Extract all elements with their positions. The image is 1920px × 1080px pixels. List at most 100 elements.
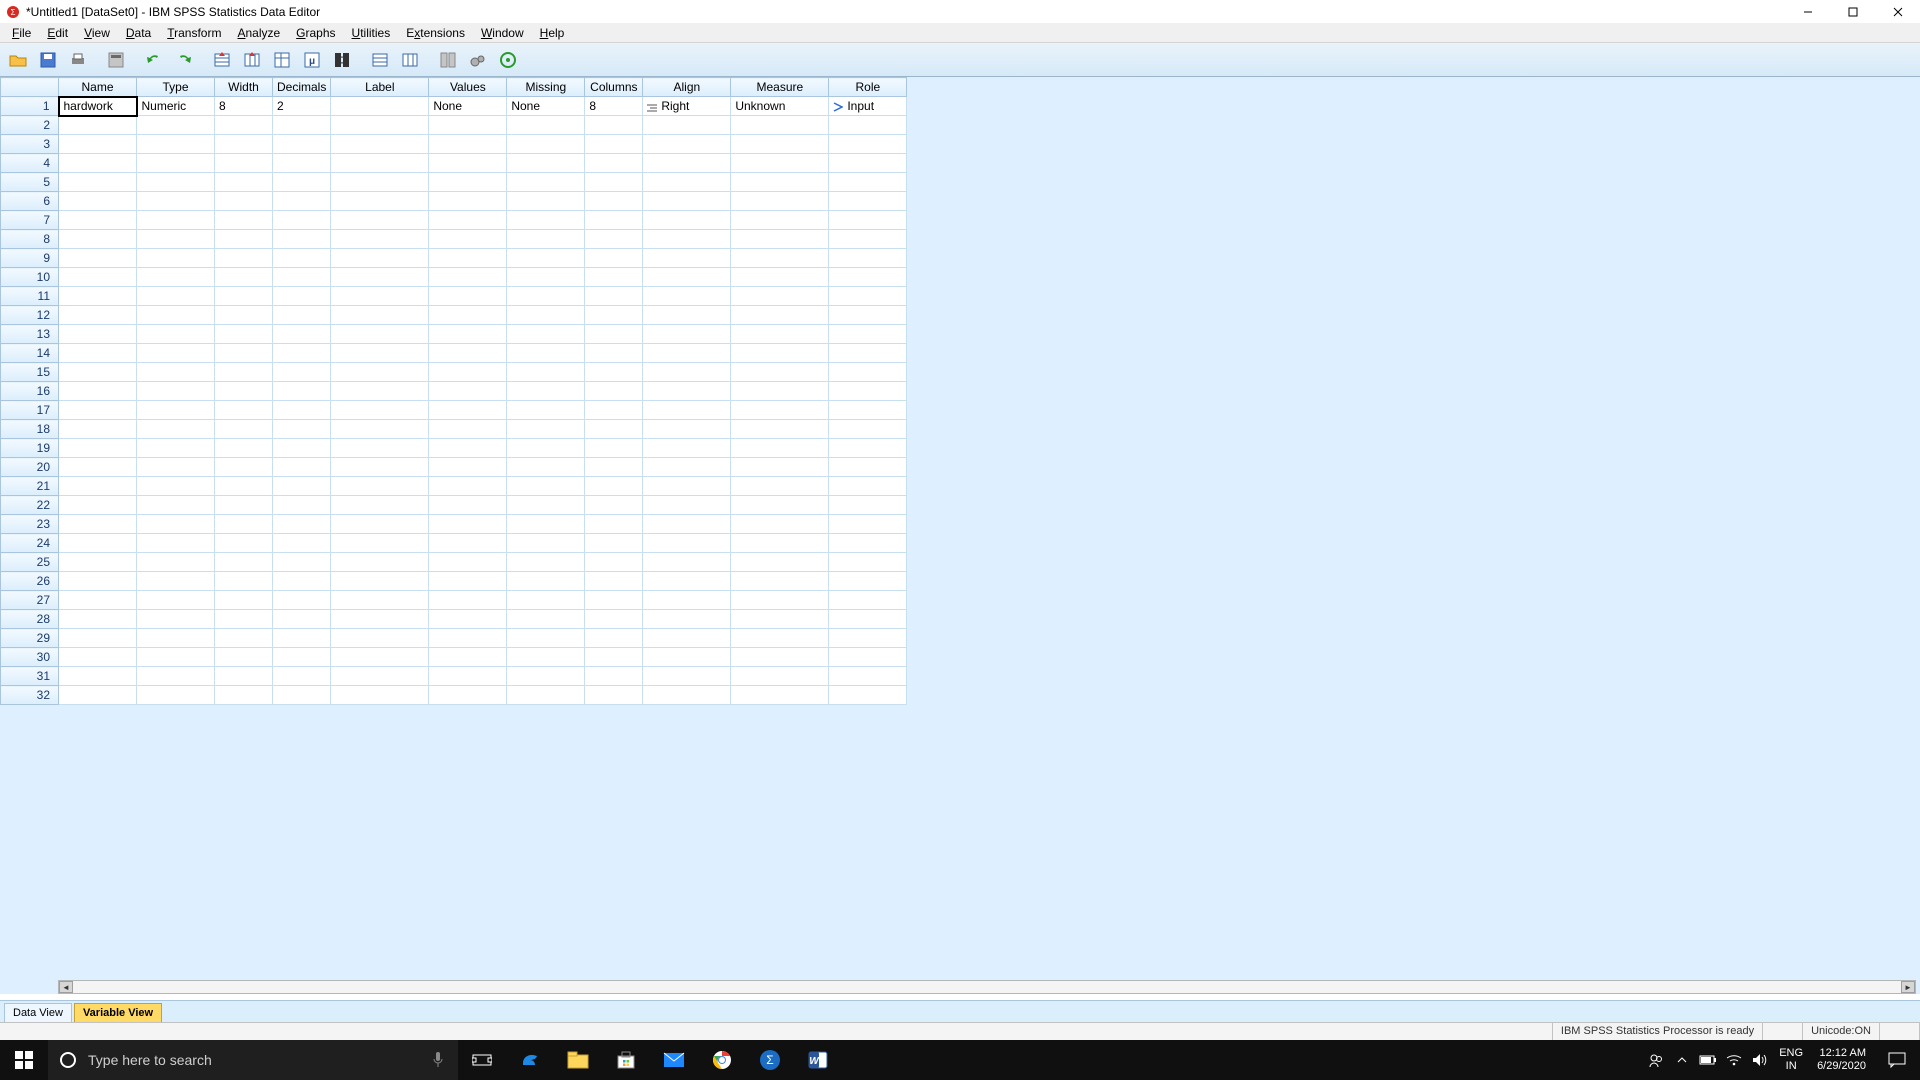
row-header[interactable]: 5 [1,173,59,192]
cell-columns[interactable] [585,325,643,344]
cell-type[interactable] [137,629,215,648]
cell-role[interactable] [829,211,907,230]
undo-button[interactable] [140,46,168,74]
cell-name[interactable] [59,477,137,496]
cell-measure[interactable] [731,382,829,401]
cell-decimals[interactable] [273,648,331,667]
cell-width[interactable] [215,515,273,534]
cell-columns[interactable] [585,515,643,534]
cell-measure[interactable] [731,154,829,173]
cell-columns[interactable] [585,572,643,591]
cell-name[interactable] [59,439,137,458]
cell-name[interactable] [59,401,137,420]
col-header-width[interactable]: Width [215,78,273,97]
cell-decimals[interactable] [273,610,331,629]
cell-decimals[interactable] [273,363,331,382]
cell-align[interactable] [643,534,731,553]
taskbar-search[interactable]: Type here to search [48,1040,458,1080]
cell-label[interactable] [331,420,429,439]
maximize-button[interactable] [1830,0,1875,23]
cell-measure[interactable] [731,553,829,572]
cell-missing[interactable] [507,458,585,477]
cell-role[interactable] [829,477,907,496]
cell-role[interactable] [829,344,907,363]
cell-missing[interactable] [507,686,585,705]
cell-columns[interactable] [585,230,643,249]
cell-align[interactable] [643,439,731,458]
cell-measure[interactable] [731,192,829,211]
row-header[interactable]: 21 [1,477,59,496]
taskbar-edge[interactable] [506,1040,554,1080]
cell-label[interactable] [331,325,429,344]
cell-role[interactable] [829,496,907,515]
taskbar-store[interactable] [602,1040,650,1080]
cell-name[interactable] [59,648,137,667]
cell-measure[interactable] [731,211,829,230]
cell-measure[interactable] [731,610,829,629]
mic-icon[interactable] [418,1051,458,1069]
save-button[interactable] [34,46,62,74]
cell-align[interactable] [643,382,731,401]
cell-align[interactable] [643,515,731,534]
cell-label[interactable] [331,116,429,135]
cell-decimals[interactable] [273,572,331,591]
cell-label[interactable] [331,648,429,667]
cell-role[interactable] [829,192,907,211]
cell-type[interactable] [137,173,215,192]
cell-align[interactable] [643,648,731,667]
cell-values[interactable] [429,154,507,173]
cell-width[interactable] [215,344,273,363]
cell-align[interactable] [643,591,731,610]
cell-align[interactable] [643,572,731,591]
cell-columns[interactable] [585,287,643,306]
taskbar-chrome[interactable] [698,1040,746,1080]
cell-missing[interactable] [507,401,585,420]
cell-columns[interactable] [585,401,643,420]
cell-align[interactable] [643,344,731,363]
cell-type[interactable] [137,230,215,249]
cell-decimals[interactable] [273,173,331,192]
start-button[interactable] [0,1040,48,1080]
cell-decimals[interactable] [273,515,331,534]
cell-values[interactable] [429,610,507,629]
row-header[interactable]: 32 [1,686,59,705]
cell-align[interactable] [643,230,731,249]
cell-decimals[interactable] [273,401,331,420]
cell-name[interactable] [59,572,137,591]
row-header[interactable]: 16 [1,382,59,401]
row-header[interactable]: 6 [1,192,59,211]
cell-name[interactable] [59,667,137,686]
cell-missing[interactable] [507,610,585,629]
menu-graphs[interactable]: Graphs [288,26,343,40]
cell-label[interactable] [331,458,429,477]
col-header-missing[interactable]: Missing [507,78,585,97]
cell-width[interactable] [215,382,273,401]
cell-role[interactable] [829,135,907,154]
cell-decimals[interactable] [273,458,331,477]
cell-missing[interactable] [507,553,585,572]
menu-help[interactable]: Help [532,26,573,40]
scroll-track[interactable] [73,981,1901,993]
row-header[interactable]: 23 [1,515,59,534]
cell-measure[interactable] [731,344,829,363]
row-header[interactable]: 24 [1,534,59,553]
cell-columns[interactable] [585,629,643,648]
cell-measure[interactable] [731,287,829,306]
cell-decimals[interactable] [273,268,331,287]
cell-missing[interactable] [507,306,585,325]
cell-columns[interactable] [585,477,643,496]
cell-missing[interactable]: None [507,97,585,116]
cell-type[interactable] [137,211,215,230]
cell-name[interactable] [59,211,137,230]
cell-type[interactable] [137,496,215,515]
cell-name[interactable] [59,553,137,572]
cell-name[interactable] [59,458,137,477]
cell-decimals[interactable] [273,439,331,458]
cell-align[interactable] [643,325,731,344]
cell-width[interactable] [215,230,273,249]
cell-decimals[interactable] [273,230,331,249]
cell-role[interactable] [829,230,907,249]
cell-decimals[interactable] [273,192,331,211]
tray-clock[interactable]: 12:12 AM 6/29/2020 [1809,1047,1874,1073]
row-header[interactable]: 14 [1,344,59,363]
